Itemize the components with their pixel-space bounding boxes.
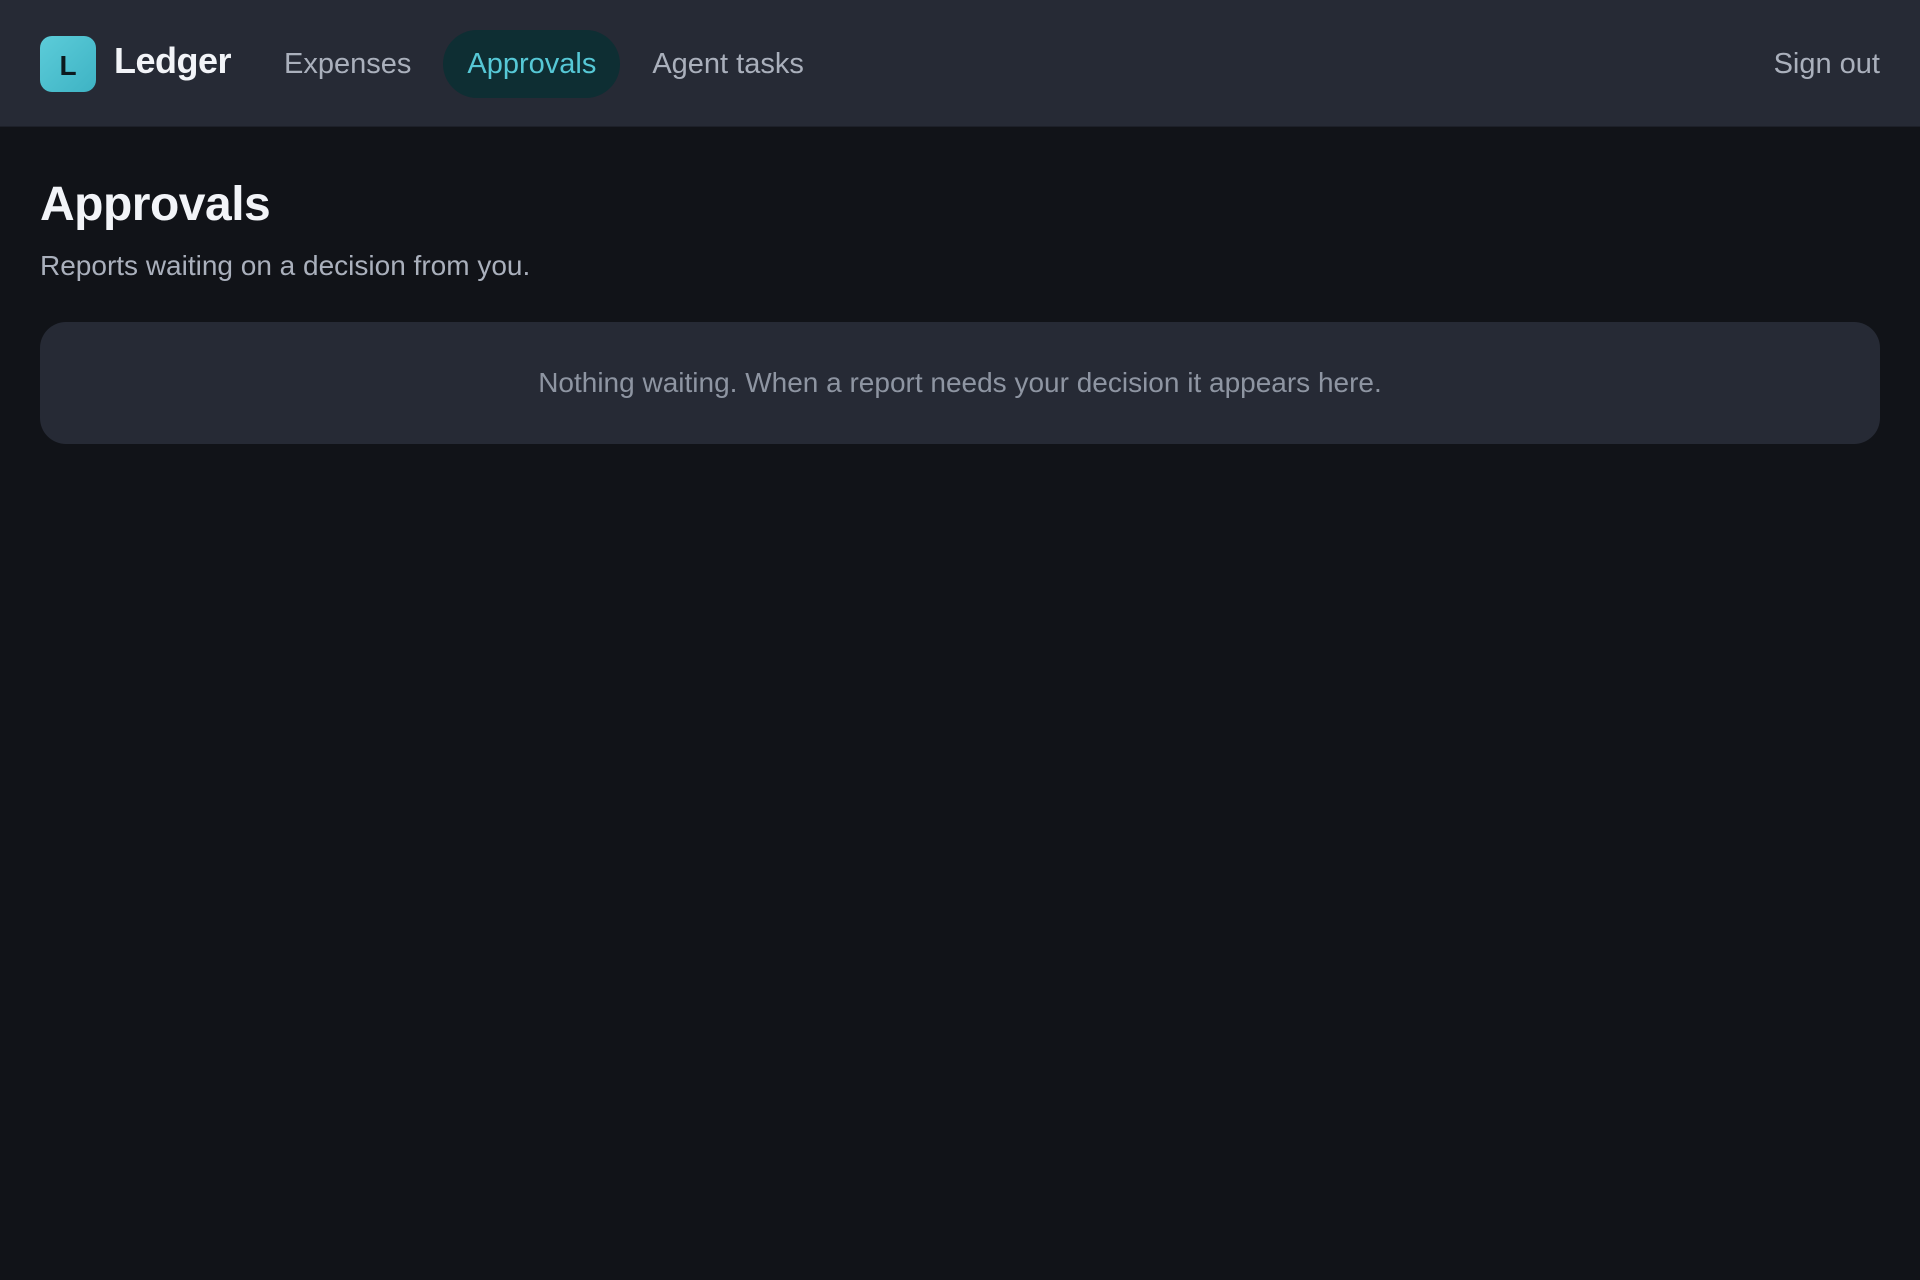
- logo-icon: L: [40, 36, 96, 92]
- nav-item-approvals[interactable]: Approvals: [443, 30, 621, 98]
- nav-item-expenses[interactable]: Expenses: [260, 30, 435, 98]
- page-title: Approvals: [40, 178, 271, 231]
- main-nav: Expenses Approvals Agent tasks: [260, 30, 836, 98]
- main-content: Approvals Reports waiting on a decision …: [40, 127, 1880, 445]
- top-navigation-bar: L Ledger Expenses Approvals Agent tasks …: [0, 0, 1920, 127]
- brand[interactable]: L Ledger: [40, 36, 232, 92]
- app-name: Ledger: [114, 40, 232, 81]
- sign-out-link[interactable]: Sign out: [1774, 30, 1880, 98]
- empty-state-message: Nothing waiting. When a report needs you…: [538, 367, 1382, 399]
- empty-state-card: Nothing waiting. When a report needs you…: [40, 322, 1880, 445]
- page-subtitle: Reports waiting on a decision from you.: [40, 250, 531, 282]
- nav-item-agent-tasks[interactable]: Agent tasks: [628, 30, 828, 98]
